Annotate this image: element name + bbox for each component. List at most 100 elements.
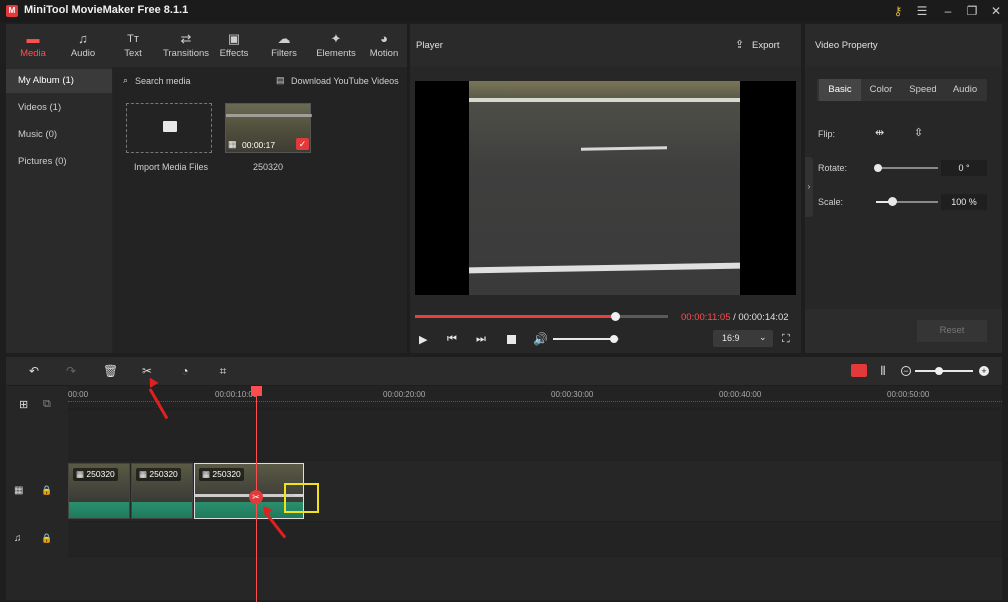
tab-effects[interactable]: ▣ Effects xyxy=(209,24,259,67)
zoom-handle[interactable] xyxy=(935,367,943,375)
timeline-clip[interactable]: ▦ 250320 xyxy=(131,463,193,519)
folder-icon: ▬ xyxy=(26,31,40,46)
timeline-clip[interactable]: ▦ 250320 xyxy=(68,463,130,519)
zoom-slider[interactable] xyxy=(915,370,973,372)
video-background xyxy=(469,81,740,99)
sidebar-item-pictures[interactable]: Pictures (0) xyxy=(6,150,112,174)
clip-label: ▦ 250320 xyxy=(73,468,118,481)
window-title: MiniTool MovieMaker Free 8.1.1 xyxy=(24,4,189,16)
collapse-panel-handle[interactable]: › xyxy=(805,157,813,217)
tab-media[interactable]: ▬ Media xyxy=(8,24,58,67)
clip-label: ▦ 250320 xyxy=(136,468,181,481)
speed-icon[interactable]: ◔ xyxy=(178,364,192,378)
total-time: 00:00:14:02 xyxy=(738,312,789,323)
menu-icon[interactable]: ☰ xyxy=(914,3,930,19)
tab-elements[interactable]: ✦ Elements xyxy=(310,24,362,67)
player-progress-track[interactable] xyxy=(415,315,668,318)
scale-label: Scale: xyxy=(818,197,844,207)
trim-handle-icon[interactable]: ⊣ xyxy=(293,487,305,504)
tab-color[interactable]: Color xyxy=(861,79,901,101)
delete-icon[interactable]: 🗑 xyxy=(103,364,118,378)
time-ruler xyxy=(68,386,1002,408)
rotate-label: Rotate: xyxy=(818,163,848,173)
ruler-tick: 00:00 xyxy=(68,390,89,399)
fullscreen-icon[interactable]: ⛶ xyxy=(782,333,790,346)
aspect-ratio-value: 16:9 xyxy=(722,333,740,343)
zoom-out-icon[interactable]: − xyxy=(901,366,911,376)
tab-audio-property[interactable]: Audio xyxy=(945,79,985,101)
text-icon: Tт xyxy=(127,33,139,45)
rotate-handle[interactable] xyxy=(874,164,882,172)
lock-icon[interactable]: 🔒 xyxy=(41,485,52,496)
clip-label: ▦ 250320 xyxy=(199,468,244,481)
ruler-tick: 00:00:50:00 xyxy=(887,390,930,399)
download-icon[interactable]: ▤ xyxy=(276,75,285,86)
tab-motion[interactable]: ◕ Motion xyxy=(359,24,409,67)
search-icon[interactable]: ⌕ xyxy=(123,75,128,86)
volume-icon[interactable]: 🔊 xyxy=(533,332,548,346)
flip-horizontal-icon[interactable]: ⇹ xyxy=(875,126,884,139)
scale-value[interactable]: 100 % xyxy=(941,194,987,210)
media-sidebar: My Album (1) Videos (1) Music (0) Pictur… xyxy=(6,67,112,353)
road-line xyxy=(226,114,312,117)
rotate-value[interactable]: 0 ° xyxy=(941,160,987,176)
empty-track-row xyxy=(68,557,1002,600)
aspect-ratio-select[interactable]: 16:9 ⌄ xyxy=(713,330,773,347)
add-track-icon[interactable]: ⊞ xyxy=(19,398,28,411)
player-progress-fill xyxy=(415,315,615,318)
media-clip-thumbnail[interactable]: ▦ 00:00:17 ✓ xyxy=(225,103,312,153)
search-input[interactable]: Search media xyxy=(135,76,191,86)
road-dash xyxy=(580,146,668,151)
motion-icon: ◕ xyxy=(380,31,388,46)
tab-speed[interactable]: Speed xyxy=(901,79,945,101)
import-media-button[interactable] xyxy=(126,103,212,153)
road-line xyxy=(469,98,740,102)
stop-icon[interactable] xyxy=(507,335,516,344)
next-frame-icon[interactable]: ⏭ xyxy=(476,333,486,346)
zoom-in-icon[interactable]: + xyxy=(979,366,989,376)
flip-vertical-icon[interactable]: ⇳ xyxy=(914,126,923,139)
export-button[interactable]: Export xyxy=(752,40,779,51)
fit-timeline-icon[interactable]: ⫴ xyxy=(876,364,890,378)
folder-icon xyxy=(163,121,177,132)
rotate-slider[interactable] xyxy=(876,167,938,169)
video-property-panel xyxy=(805,24,1002,353)
current-time: 00:00:11:05 xyxy=(681,312,731,323)
player-progress-handle[interactable] xyxy=(610,312,620,321)
tab-basic[interactable]: Basic xyxy=(819,79,861,101)
snap-toggle-icon[interactable] xyxy=(851,364,867,377)
playhead-handle[interactable] xyxy=(251,386,262,396)
tab-text[interactable]: Tт Text xyxy=(108,24,158,67)
undo-icon[interactable]: ↶ xyxy=(27,364,41,378)
tab-transitions[interactable]: ⇄ Transitions xyxy=(158,24,214,67)
volume-fill xyxy=(553,338,614,340)
key-icon[interactable]: ⚷ xyxy=(890,3,906,19)
split-scissors-icon[interactable]: ✂ xyxy=(249,490,263,504)
scale-handle[interactable] xyxy=(888,197,897,206)
minimize-button[interactable]: – xyxy=(940,3,956,19)
volume-handle[interactable] xyxy=(609,335,618,343)
tab-audio[interactable]: ♫ Audio xyxy=(58,24,108,67)
tab-filters[interactable]: ☁ Filters xyxy=(259,24,309,67)
copy-track-icon[interactable]: ⧉ xyxy=(43,398,51,411)
main-tabs: ▬ Media ♫ Audio Tт Text ⇄ Transitions ▣ … xyxy=(6,24,407,67)
reset-button[interactable]: Reset xyxy=(917,320,987,342)
player-title: Player xyxy=(416,40,443,51)
previous-frame-icon[interactable]: ⏮ xyxy=(447,333,457,346)
music-note-icon: ♫ xyxy=(78,31,88,46)
download-youtube-link[interactable]: Download YouTube Videos xyxy=(291,76,399,86)
export-icon[interactable]: ⇪ xyxy=(735,38,744,51)
close-button[interactable]: ✕ xyxy=(988,3,1004,19)
sidebar-item-my-album[interactable]: My Album (1) xyxy=(6,69,112,93)
sidebar-item-videos[interactable]: Videos (1) xyxy=(6,96,112,120)
redo-icon[interactable]: ↷ xyxy=(64,364,78,378)
crop-icon[interactable]: ⌗ xyxy=(216,364,230,378)
lock-icon[interactable]: 🔒 xyxy=(41,533,52,544)
empty-track-row xyxy=(68,410,1002,460)
scale-slider[interactable] xyxy=(876,201,938,203)
clip-duration: 00:00:17 xyxy=(242,140,276,150)
chevron-down-icon: ⌄ xyxy=(759,332,767,342)
play-icon[interactable]: ▶ xyxy=(419,333,427,346)
sidebar-item-music[interactable]: Music (0) xyxy=(6,123,112,147)
maximize-button[interactable]: ❐ xyxy=(964,3,980,19)
